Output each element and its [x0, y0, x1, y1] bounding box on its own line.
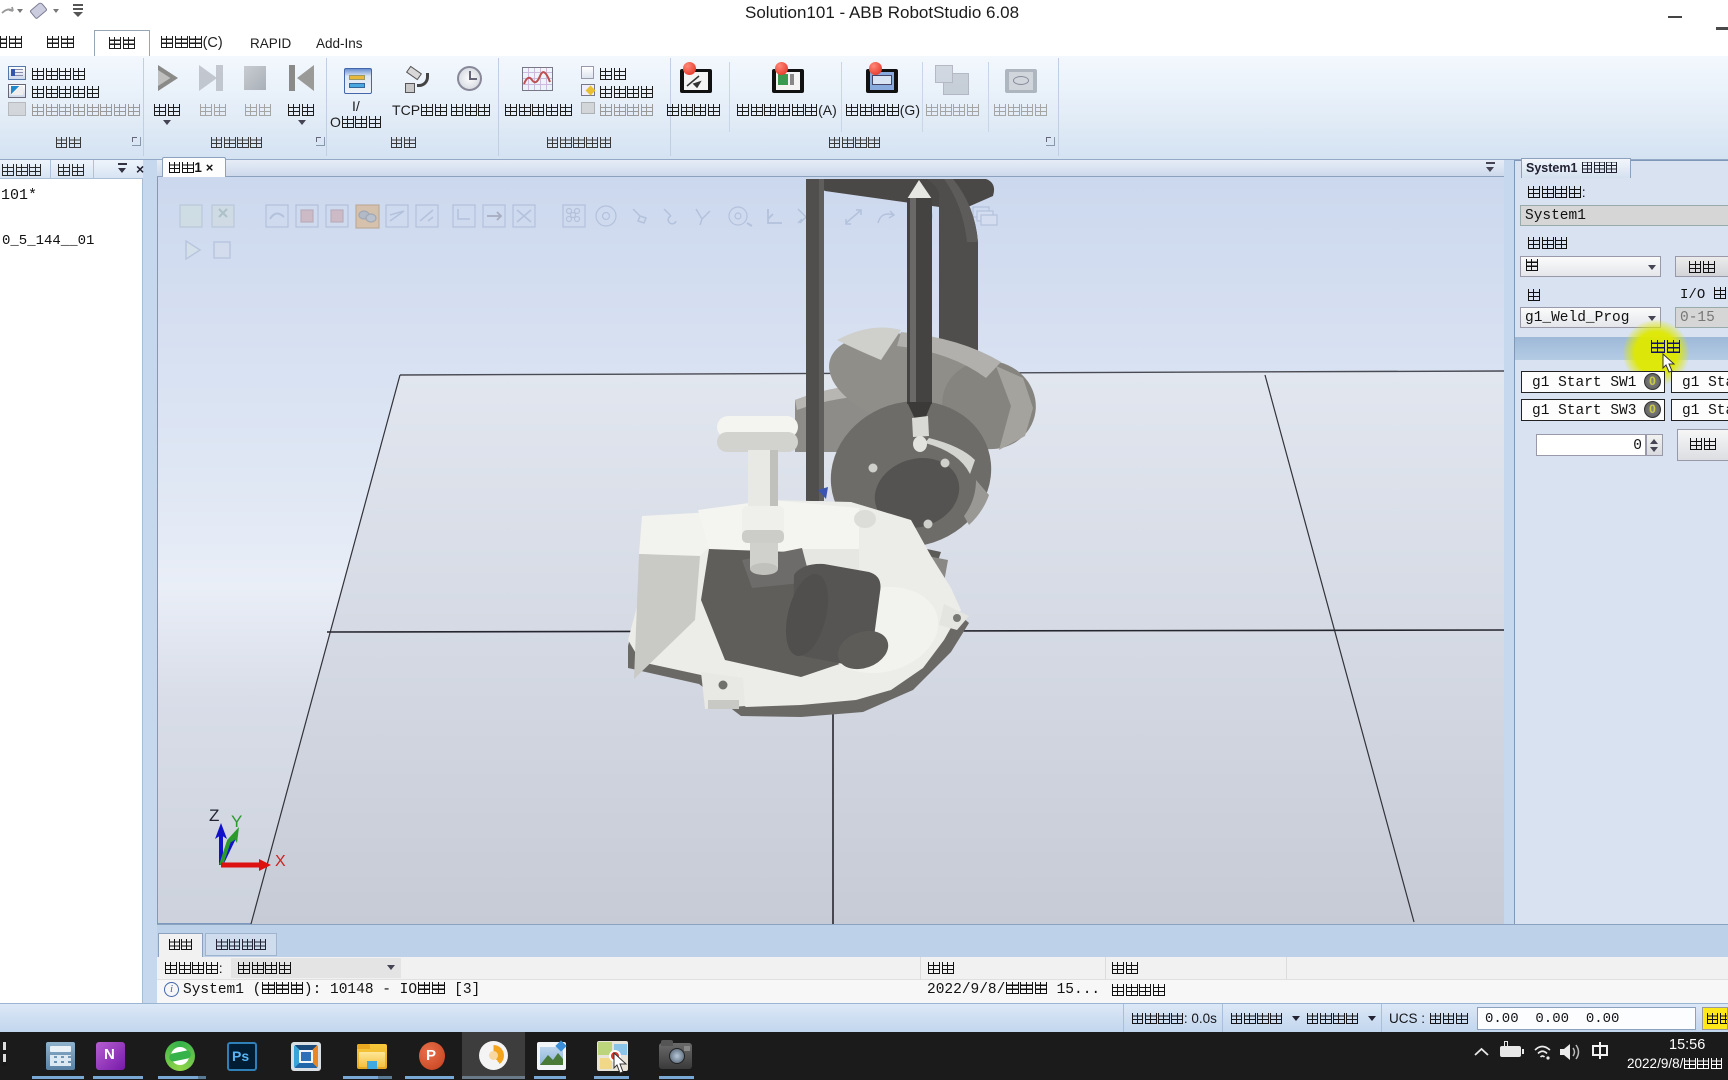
svg-text:Z: Z [209, 806, 219, 825]
svg-text:X: X [275, 853, 286, 870]
svg-text:Y: Y [231, 812, 242, 831]
